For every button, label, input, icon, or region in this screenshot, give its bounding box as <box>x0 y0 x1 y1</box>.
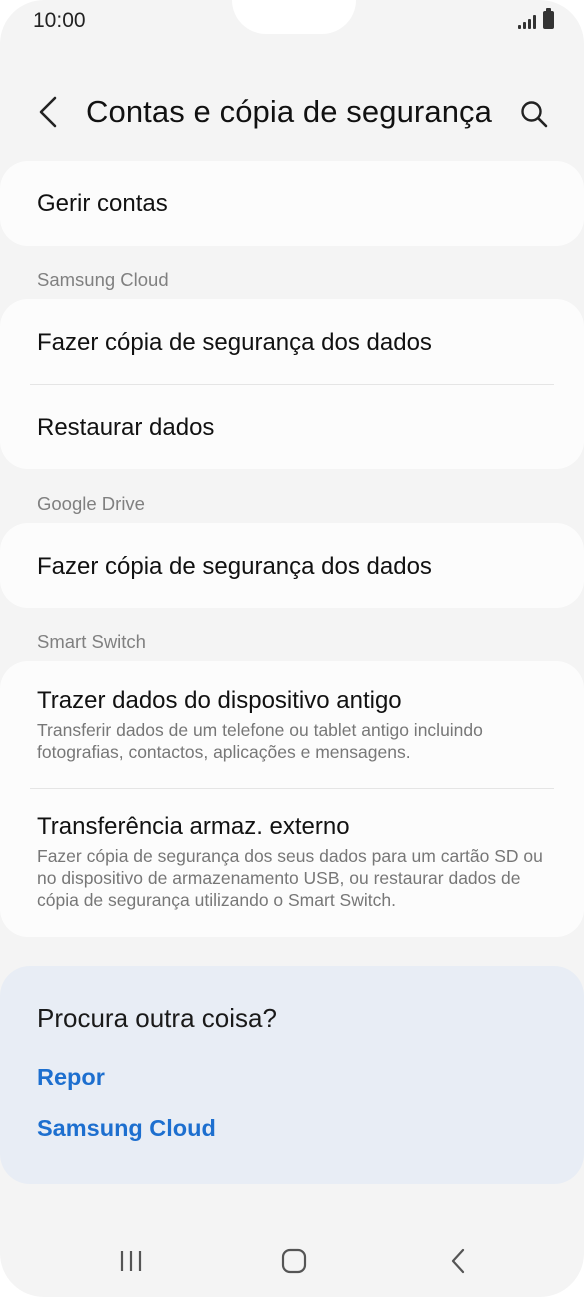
app-bar: Contas e cópia de segurança <box>0 80 584 146</box>
google-drive-backup-item[interactable]: Fazer cópia de segurança dos dados <box>0 523 584 608</box>
back-button[interactable] <box>28 92 68 132</box>
recent-apps-button[interactable] <box>109 1241 153 1281</box>
back-nav-button[interactable] <box>436 1241 480 1281</box>
external-storage-label: Transferência armaz. externo <box>37 813 350 840</box>
section-header-samsung-cloud: Samsung Cloud <box>37 269 169 290</box>
section-header-google-drive: Google Drive <box>37 493 145 514</box>
samsung-cloud-backup-item[interactable]: Fazer cópia de segurança dos dados <box>0 299 584 384</box>
manage-accounts-label: Gerir contas <box>37 190 168 217</box>
manage-accounts-item[interactable]: Gerir contas <box>0 161 584 246</box>
search-icon <box>521 101 548 128</box>
smart-switch-card: Trazer dados do dispositivo antigo Trans… <box>0 661 584 937</box>
google-drive-card: Fazer cópia de segurança dos dados <box>0 523 584 608</box>
navigation-bar <box>0 1225 584 1295</box>
chevron-left-icon <box>39 96 57 128</box>
suggestions-card: Procura outra coisa? Repor Samsung Cloud <box>0 966 584 1184</box>
status-time: 10:00 <box>33 9 86 32</box>
old-device-label: Trazer dados do dispositivo antigo <box>37 687 402 714</box>
google-drive-backup-label: Fazer cópia de segurança dos dados <box>37 553 432 580</box>
samsung-cloud-backup-label: Fazer cópia de segurança dos dados <box>37 329 432 356</box>
recent-apps-icon <box>120 1251 142 1271</box>
status-bar: 10:00 <box>0 0 584 44</box>
smart-switch-old-device-item[interactable]: Trazer dados do dispositivo antigo Trans… <box>0 661 584 787</box>
smart-switch-external-storage-item[interactable]: Transferência armaz. externo Fazer cópia… <box>0 787 584 937</box>
section-header-smart-switch: Smart Switch <box>37 631 146 652</box>
back-nav-icon <box>451 1248 465 1274</box>
phone-screen: 10:00 Contas e cópia de segurança Gerir … <box>0 0 584 1297</box>
link-repor[interactable]: Repor <box>37 1064 105 1091</box>
external-storage-description: Fazer cópia de segurança dos seus dados … <box>37 846 543 910</box>
accounts-card: Gerir contas <box>0 161 584 246</box>
signal-icon <box>518 13 536 29</box>
old-device-description: Transferir dados de um telefone ou table… <box>37 720 483 762</box>
samsung-cloud-restore-label: Restaurar dados <box>37 414 215 441</box>
suggestions-title: Procura outra coisa? <box>37 1003 277 1033</box>
link-samsung-cloud[interactable]: Samsung Cloud <box>37 1115 216 1142</box>
samsung-cloud-card: Fazer cópia de segurança dos dados Resta… <box>0 299 584 469</box>
page-title: Contas e cópia de segurança <box>86 94 492 129</box>
search-button[interactable] <box>512 92 556 136</box>
samsung-cloud-restore-item[interactable]: Restaurar dados <box>0 384 584 469</box>
home-button[interactable] <box>272 1241 316 1281</box>
battery-icon <box>543 8 554 29</box>
home-icon <box>281 1248 307 1274</box>
status-icons <box>518 8 554 29</box>
